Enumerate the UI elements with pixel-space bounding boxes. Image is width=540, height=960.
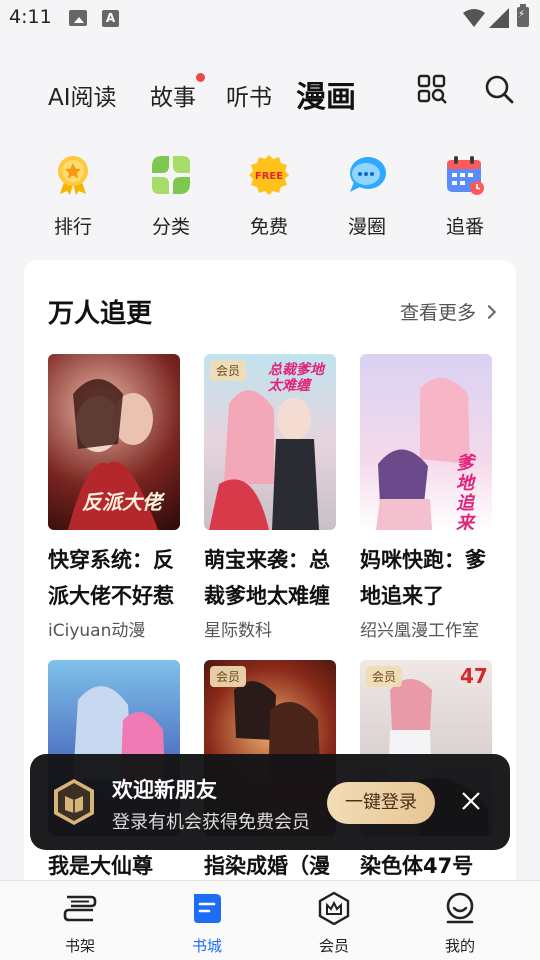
book-card[interactable]: 爹地追来了 妈咪快跑：爹地追来了 绍兴凰漫工作室	[360, 354, 492, 641]
book-cover[interactable]: 爹地追来了	[360, 354, 492, 530]
grid-search-icon[interactable]	[417, 74, 447, 104]
category-label: 免费	[249, 216, 288, 238]
tab-comics[interactable]: 漫画	[296, 72, 356, 116]
vip-badge: 会员	[366, 666, 403, 687]
book-cover[interactable]: 会员 总裁爹地太难缠	[204, 354, 336, 530]
one-click-login-button[interactable]: 一键登录	[327, 782, 435, 824]
book-title: 萌宝来袭：总裁爹地太难缠	[204, 548, 330, 608]
battery-icon	[517, 4, 529, 27]
book-author: iCiyuan动漫	[48, 621, 146, 641]
nav-label: 我的	[444, 937, 475, 955]
category-label: 追番	[445, 216, 484, 238]
bottom-nav: 书架 书城 会员 我的	[0, 880, 540, 960]
search-icon[interactable]	[484, 74, 514, 104]
status-time: 4:11	[9, 6, 52, 28]
category-comic-circle[interactable]: 漫圈	[337, 154, 397, 239]
cover-title: 总裁爹地太难缠	[268, 362, 324, 394]
category-icon	[152, 156, 190, 194]
login-title: 欢迎新朋友	[112, 778, 217, 802]
profile-icon	[446, 892, 474, 924]
login-banner: 欢迎新朋友 登录有机会获得免费会员 一键登录	[30, 754, 510, 850]
nav-profile[interactable]: 我的	[420, 891, 500, 956]
category-free[interactable]: FREE 免费	[239, 154, 299, 239]
close-icon[interactable]	[458, 788, 484, 814]
nav-bookstore[interactable]: 书城	[167, 891, 247, 956]
bookstore-icon	[194, 894, 221, 923]
login-subtitle: 登录有机会获得免费会员	[112, 812, 310, 833]
cover-title: 反派大佬	[82, 490, 162, 514]
book-title: 快穿系统：反派大佬不好惹	[48, 548, 174, 608]
nav-label: 书城	[191, 937, 222, 955]
vip-badge: 会员	[210, 666, 247, 687]
cover-title: 47	[460, 664, 488, 688]
medal-icon	[58, 156, 88, 195]
svg-text:FREE: FREE	[255, 171, 283, 182]
nav-bookshelf[interactable]: 书架	[40, 891, 120, 956]
category-follow-series[interactable]: 追番	[435, 154, 495, 239]
book-title: 染色体47号	[360, 854, 474, 878]
section-title: 万人追更	[48, 299, 153, 329]
book-author: 绍兴凰漫工作室	[360, 621, 479, 641]
category-label: 漫圈	[347, 216, 386, 238]
book-title: 我是大仙尊	[48, 854, 153, 878]
category-ranking[interactable]: 排行	[43, 154, 103, 239]
tab-ai-reading[interactable]: AI阅读	[48, 78, 117, 112]
tab-audiobooks[interactable]: 听书	[226, 78, 272, 112]
cover-title: 爹地追来了	[456, 453, 474, 531]
category-label: 分类	[151, 216, 190, 238]
nav-label: 书架	[64, 937, 95, 955]
wifi-icon	[463, 9, 485, 27]
book-author: 星际数科	[204, 621, 272, 641]
book-cover[interactable]: 反派大佬	[48, 354, 180, 530]
nav-label: 会员	[318, 937, 349, 955]
vip-badge: 会员	[210, 360, 247, 381]
notification-dot	[196, 73, 205, 82]
calendar-icon	[447, 156, 484, 195]
vip-crown-icon	[318, 891, 350, 926]
tab-stories[interactable]: 故事	[150, 78, 196, 112]
chevron-right-icon	[481, 304, 497, 320]
status-bar: 4:11 A	[0, 0, 540, 36]
chat-bubble-icon	[350, 157, 386, 192]
book-card[interactable]: 反派大佬 快穿系统：反派大佬不好惹 iCiyuan动漫	[48, 354, 180, 641]
view-more-label: 查看更多	[399, 302, 476, 324]
nav-vip[interactable]: 会员	[294, 891, 374, 956]
vip-shield-icon	[54, 779, 94, 825]
view-more-link[interactable]: 查看更多	[399, 298, 497, 325]
category-classify[interactable]: 分类	[141, 154, 201, 239]
app-notification-icon: A	[102, 10, 119, 27]
book-title: 妈咪快跑：爹地追来了	[360, 548, 486, 608]
book-title: 指染成婚（漫	[204, 854, 330, 878]
free-badge-icon: FREE	[249, 155, 289, 195]
gallery-notification-icon	[69, 10, 87, 26]
category-label: 排行	[53, 216, 92, 238]
book-card[interactable]: 会员 总裁爹地太难缠 萌宝来袭：总裁爹地太难缠 星际数科	[204, 354, 336, 641]
bookshelf-icon	[63, 895, 97, 922]
signal-icon	[489, 8, 509, 28]
